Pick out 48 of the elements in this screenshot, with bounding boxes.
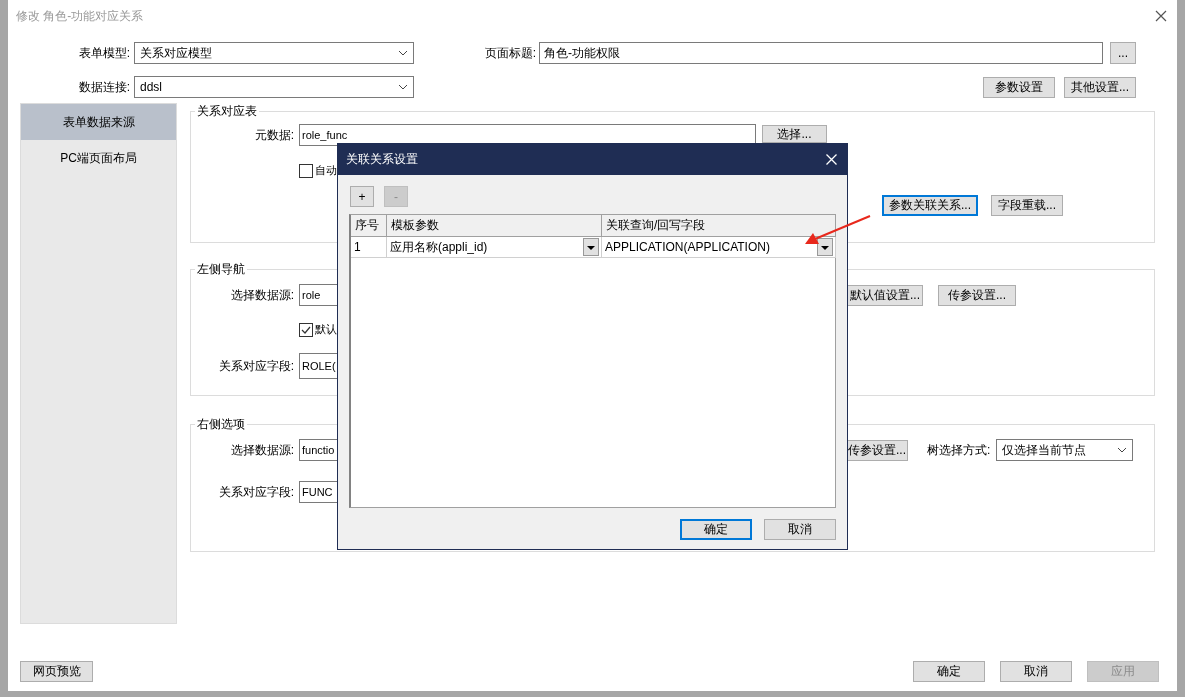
- form-label: 表单模型:: [77, 44, 131, 62]
- row-tool-button[interactable]: +: [350, 186, 374, 207]
- checkbox-label: 默认: [315, 322, 337, 337]
- field-label: 关系对应字段:: [217, 357, 295, 375]
- browse-button[interactable]: ...: [1110, 42, 1136, 64]
- field-label: 关系对应字段:: [217, 483, 295, 501]
- field-label: 选择数据源:: [229, 286, 295, 304]
- field-label: 选择数据源:: [229, 441, 295, 459]
- group-title: 左侧导航: [196, 261, 246, 278]
- web-preview-button[interactable]: 网页预览: [20, 661, 93, 682]
- data-connection-dropdown[interactable]: ddsl: [134, 76, 414, 98]
- checkbox-label: 自动: [315, 163, 337, 178]
- action-button[interactable]: 字段重载...: [991, 195, 1064, 216]
- form-model-dropdown[interactable]: 关系对应模型: [134, 42, 414, 64]
- group-title: 右侧选项: [196, 416, 246, 433]
- sidebar-item[interactable]: 表单数据来源: [21, 104, 176, 140]
- column-header: 关联查询/回写字段: [601, 215, 836, 237]
- field-label: 树选择方式:: [927, 441, 992, 459]
- dialog-button[interactable]: 确定: [680, 519, 752, 540]
- footer-button[interactable]: 确定: [913, 661, 985, 682]
- footer-button[interactable]: 取消: [1000, 661, 1072, 682]
- close-icon[interactable]: [1155, 10, 1167, 22]
- tree-mode-dropdown[interactable]: 仅选择当前节点: [996, 439, 1134, 461]
- form-label: 数据连接:: [77, 78, 131, 96]
- page-title-field[interactable]: 角色-功能权限: [539, 42, 1103, 64]
- chevron-down-icon: [398, 50, 408, 56]
- action-button[interactable]: 参数关联关系...: [882, 195, 978, 216]
- form-label: 页面标题:: [483, 44, 537, 62]
- column-header: 模板参数: [386, 215, 602, 237]
- column-header: 序号: [351, 215, 387, 237]
- chevron-down-icon: [398, 84, 408, 90]
- template-param-dropdown[interactable]: 应用名称(appli_id): [386, 236, 602, 258]
- chevron-down-icon: [1117, 447, 1128, 453]
- annotation-arrow: [805, 215, 871, 244]
- checkbox[interactable]: [299, 322, 313, 337]
- metadata-field[interactable]: role_func: [299, 124, 756, 146]
- settings-button[interactable]: 参数设置: [983, 76, 1055, 98]
- table-cell: 1: [351, 236, 387, 258]
- pass-param-button[interactable]: 传参设置...: [938, 284, 1016, 306]
- select-button[interactable]: 选择...: [762, 125, 827, 143]
- dialog-button[interactable]: 取消: [764, 519, 836, 540]
- sidebar-item[interactable]: PC端页面布局: [21, 140, 176, 176]
- group-title: 关系对应表: [196, 103, 258, 120]
- window-title: 修改 角色-功能对应关系: [16, 7, 144, 25]
- settings-button[interactable]: 其他设置...: [1064, 76, 1136, 98]
- field-label: 元数据:: [253, 126, 295, 144]
- checkbox[interactable]: [299, 163, 313, 178]
- dialog-title: 关联关系设置: [346, 151, 418, 168]
